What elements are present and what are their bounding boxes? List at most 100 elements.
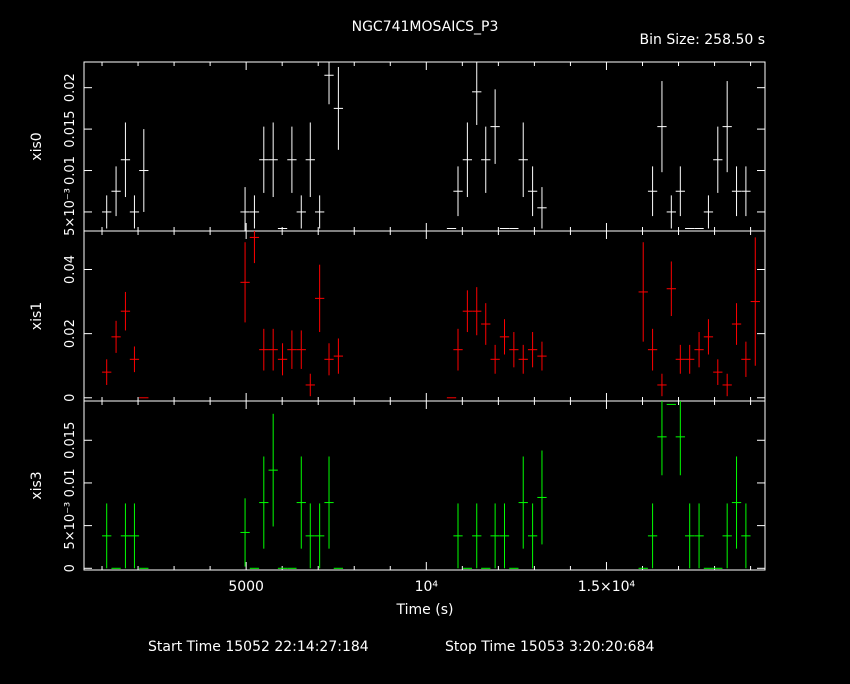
data-point — [638, 242, 648, 342]
data-point — [490, 344, 500, 374]
chart-canvas: NGC741MOSAICS_P3 Bin Size: 258.50 s 5×10… — [29, 19, 766, 655]
data-point — [731, 166, 742, 217]
data-point — [509, 332, 519, 368]
data-point — [703, 195, 714, 229]
data-point — [675, 401, 685, 476]
data-point — [657, 373, 667, 397]
chart-title: NGC741MOSAICS_P3 — [352, 19, 499, 35]
data-point — [324, 456, 334, 549]
data-point — [305, 122, 315, 198]
data-point — [453, 503, 463, 569]
data-point — [277, 343, 288, 376]
data-point — [296, 330, 306, 369]
data-point — [499, 319, 510, 355]
data-point — [527, 503, 538, 569]
data-point — [287, 330, 297, 369]
panel-xis1: 0 0.02 0.04 xis1 — [29, 230, 766, 402]
data-point — [527, 166, 538, 217]
data-point — [647, 503, 658, 569]
data-point — [240, 242, 250, 323]
data-point — [481, 303, 491, 345]
panels-layer: 5×10⁻³ 0.01 0.015 0.02 xis0 0 0.02 0.04 xis1 0 5×1… — [29, 61, 766, 572]
data-point — [453, 166, 463, 217]
data-point — [722, 81, 732, 173]
y-axis-label-xis0: xis0 — [29, 132, 45, 160]
y-axis-label-xis1: xis1 — [29, 302, 45, 330]
data-point — [499, 503, 510, 569]
bin-size-label: Bin Size: 258.50 s — [640, 32, 765, 48]
data-point — [305, 503, 315, 569]
data-point — [657, 81, 667, 173]
data-point — [268, 413, 278, 527]
data-point — [490, 89, 500, 164]
data-point — [111, 166, 121, 217]
x-tick-labels: 5000 10⁴ 1.5×10⁴ — [228, 579, 635, 595]
data-point — [518, 344, 528, 374]
panel-frame — [83, 61, 766, 232]
x-tick-label: 10⁴ — [415, 579, 439, 595]
panel-frame — [83, 230, 766, 402]
data-point — [314, 264, 325, 333]
x-tick-label: 5000 — [228, 579, 264, 595]
data-point — [249, 195, 260, 229]
data-point — [314, 195, 325, 229]
data-point — [666, 195, 676, 229]
data-point — [129, 346, 140, 373]
data-point — [694, 503, 704, 569]
data-point — [675, 166, 685, 217]
data-point — [731, 303, 742, 345]
y-tick-label: 0 — [63, 564, 78, 572]
series-xis0 — [102, 62, 751, 231]
data-point — [675, 344, 685, 374]
start-time-label: Start Time 15052 22:14:27:184 — [148, 639, 369, 655]
data-point — [240, 498, 250, 567]
data-point — [481, 126, 491, 193]
data-point — [741, 166, 751, 217]
data-point — [666, 261, 676, 316]
data-point — [453, 328, 463, 371]
y-tick-label: 0 — [63, 394, 78, 402]
data-point — [722, 503, 732, 569]
data-point — [703, 319, 714, 355]
data-point — [462, 290, 473, 333]
data-point — [268, 328, 278, 371]
data-point — [324, 62, 334, 105]
data-point — [713, 126, 723, 193]
data-point — [287, 126, 297, 193]
x-tick-label: 1.5×10⁴ — [578, 579, 636, 595]
y-tick-label: 0.02 — [63, 319, 78, 348]
light-curve-chart: NGC741MOSAICS_P3 Bin Size: 258.50 s 5×10… — [0, 0, 850, 680]
data-point — [111, 320, 121, 353]
data-point — [518, 456, 528, 549]
data-point — [750, 237, 760, 366]
data-point — [120, 122, 131, 198]
panel-xis3: 0 5×10⁻³ 0.01 0.015 xis3 — [29, 400, 766, 572]
panel-frame — [83, 400, 766, 571]
y-tick-label: 0.015 — [63, 422, 78, 459]
data-point — [314, 503, 325, 569]
data-point — [722, 373, 732, 397]
data-point — [333, 338, 344, 374]
y-tick-label: 0.015 — [63, 110, 78, 147]
data-point — [240, 187, 250, 231]
y-tick-label: 5×10⁻³ — [63, 188, 78, 236]
data-point — [259, 456, 269, 549]
data-point — [490, 503, 500, 569]
data-point — [296, 456, 306, 549]
panel-xis0: 5×10⁻³ 0.01 0.015 0.02 xis0 — [29, 61, 766, 236]
data-point — [657, 401, 667, 476]
x-axis-label: Time (s) — [396, 602, 454, 618]
data-point — [120, 503, 131, 569]
data-point — [537, 341, 547, 371]
y-tick-label: 0.04 — [63, 255, 78, 284]
data-point — [259, 328, 269, 371]
y-axis-label-xis3: xis3 — [29, 471, 45, 499]
data-point — [305, 373, 315, 397]
data-point — [333, 66, 344, 150]
data-point — [129, 503, 140, 569]
data-point — [518, 122, 528, 198]
data-point — [259, 126, 269, 193]
data-point — [102, 503, 112, 569]
data-point — [249, 231, 260, 264]
data-point — [741, 503, 751, 569]
